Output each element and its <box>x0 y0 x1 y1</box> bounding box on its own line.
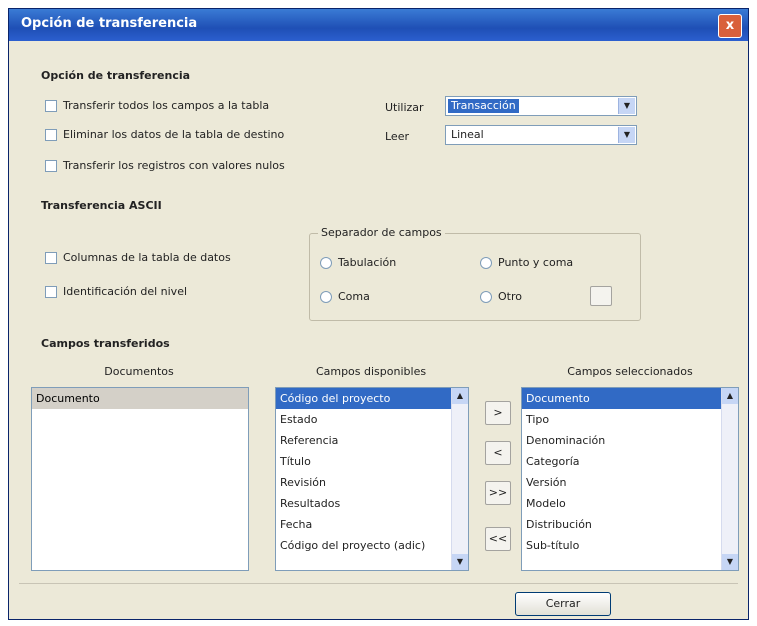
check-delete-target[interactable]: Eliminar los datos de la tabla de destin… <box>45 128 284 141</box>
available-scrollbar[interactable]: ▲ ▼ <box>451 388 468 570</box>
chevron-down-icon[interactable]: ▼ <box>452 554 468 570</box>
close-dialog-button[interactable]: Cerrar <box>515 592 611 616</box>
close-button[interactable]: x <box>718 14 742 38</box>
list-item[interactable]: Categoría <box>522 451 738 472</box>
check-label: Transferir todos los campos a la tabla <box>63 99 270 112</box>
list-item[interactable]: Modelo <box>522 493 738 514</box>
add-field-button[interactable]: > <box>485 401 511 425</box>
radio[interactable] <box>320 256 332 269</box>
separator-group-title: Separador de campos <box>318 226 445 239</box>
radio-label: Punto y coma <box>498 256 574 269</box>
chevron-down-icon[interactable]: ▼ <box>618 127 635 143</box>
check-label: Eliminar los datos de la tabla de destin… <box>63 128 285 141</box>
list-item[interactable]: Título <box>276 451 468 472</box>
checkbox[interactable] <box>45 159 57 172</box>
list-item[interactable]: Documento <box>522 388 738 409</box>
radio[interactable] <box>480 256 492 269</box>
list-item[interactable]: Código del proyecto <box>276 388 468 409</box>
separator-group: Separador de campos Tabulación Punto y c… <box>309 226 641 321</box>
other-separator-input[interactable] <box>590 286 612 306</box>
options-section-title: Opción de transferencia <box>41 69 191 82</box>
radio-label: Tabulación <box>338 256 397 269</box>
divider <box>19 569 738 584</box>
list-item[interactable]: Distribución <box>522 514 738 535</box>
radio-comma[interactable]: Coma <box>320 290 370 303</box>
col-head-selected: Campos seleccionados <box>567 365 693 378</box>
use-select-value: Transacción <box>448 99 519 113</box>
list-item[interactable]: Referencia <box>276 430 468 451</box>
use-select[interactable]: Transacción ▼ <box>445 96 637 116</box>
window-title: Opción de transferencia <box>21 16 198 31</box>
fields-section-title: Campos transferidos <box>41 337 170 350</box>
available-fields-list[interactable]: Código del proyecto Estado Referencia Tí… <box>275 387 469 571</box>
transfer-options-dialog: Opción de transferencia x Opción de tran… <box>8 8 749 620</box>
checkbox[interactable] <box>45 99 57 112</box>
list-item[interactable]: Estado <box>276 409 468 430</box>
list-item[interactable]: Versión <box>522 472 738 493</box>
list-item[interactable]: Denominación <box>522 430 738 451</box>
remove-field-button[interactable]: < <box>485 441 511 465</box>
add-all-fields-button[interactable]: >> <box>485 481 511 505</box>
checkbox[interactable] <box>45 285 57 298</box>
read-select-value: Lineal <box>451 128 484 141</box>
chevron-down-icon[interactable]: ▼ <box>722 554 738 570</box>
checkbox[interactable] <box>45 128 57 141</box>
list-item[interactable]: Documento <box>32 388 248 409</box>
list-item[interactable]: Revisión <box>276 472 468 493</box>
selected-fields-list[interactable]: Documento Tipo Denominación Categoría Ve… <box>521 387 739 571</box>
radio[interactable] <box>480 290 492 303</box>
radio[interactable] <box>320 290 332 303</box>
check-label: Columnas de la tabla de datos <box>63 251 231 264</box>
use-label: Utilizar <box>385 101 424 114</box>
title-bar[interactable]: Opción de transferencia x <box>9 9 748 41</box>
ascii-section-title: Transferencia ASCII <box>41 199 162 212</box>
check-null-values[interactable]: Transferir los registros con valores nul… <box>45 159 285 172</box>
list-item[interactable]: Código del proyecto (adic) <box>276 535 468 556</box>
radio-tab[interactable]: Tabulación <box>320 256 396 269</box>
list-item[interactable]: Fecha <box>276 514 468 535</box>
check-label: Identificación del nivel <box>63 285 188 298</box>
read-label: Leer <box>385 130 409 143</box>
list-item[interactable]: Tipo <box>522 409 738 430</box>
remove-all-fields-button[interactable]: << <box>485 527 511 551</box>
check-level-id[interactable]: Identificación del nivel <box>45 285 187 298</box>
check-table-columns[interactable]: Columnas de la tabla de datos <box>45 251 231 264</box>
col-head-available: Campos disponibles <box>315 365 427 378</box>
selected-scrollbar[interactable]: ▲ ▼ <box>721 388 738 570</box>
radio-label: Coma <box>338 290 370 303</box>
documents-list[interactable]: Documento <box>31 387 249 571</box>
check-transfer-all[interactable]: Transferir todos los campos a la tabla <box>45 99 269 112</box>
check-label: Transferir los registros con valores nul… <box>63 159 285 172</box>
radio-other[interactable]: Otro <box>480 290 522 303</box>
radio-label: Otro <box>498 290 522 303</box>
chevron-down-icon[interactable]: ▼ <box>618 98 635 114</box>
list-item[interactable]: Resultados <box>276 493 468 514</box>
checkbox[interactable] <box>45 251 57 264</box>
chevron-up-icon[interactable]: ▲ <box>452 388 468 404</box>
chevron-up-icon[interactable]: ▲ <box>722 388 738 404</box>
radio-semicolon[interactable]: Punto y coma <box>480 256 573 269</box>
read-select[interactable]: Lineal ▼ <box>445 125 637 145</box>
col-head-documents: Documentos <box>104 365 174 378</box>
list-item[interactable]: Sub-título <box>522 535 738 556</box>
